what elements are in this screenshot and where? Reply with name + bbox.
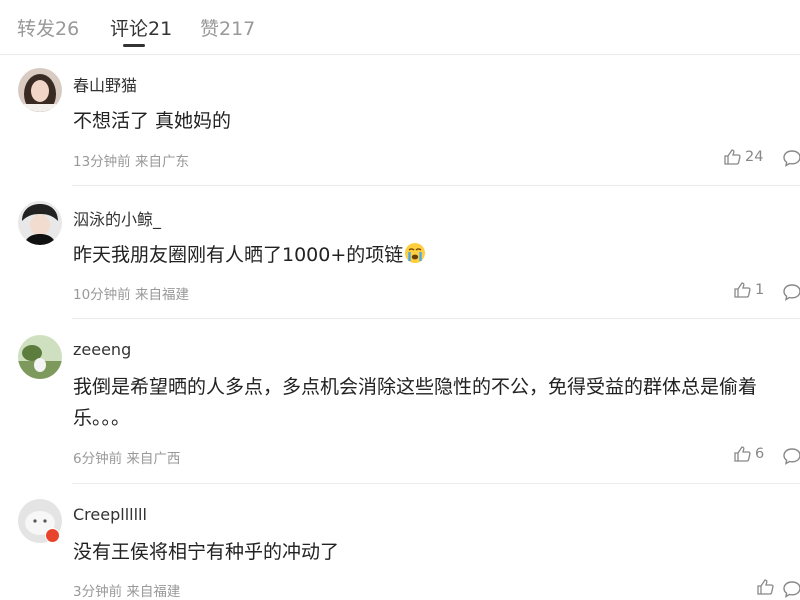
like-button[interactable]: 24	[724, 149, 763, 165]
comment-text: 我倒是希望晒的人多点，多点机会消除这些隐性的不公，免得受益的群体总是偷着乐。。。	[73, 376, 758, 429]
tab-reposts[interactable]: 转发26	[17, 14, 79, 41]
divider	[72, 185, 800, 186]
username[interactable]: Creepllllll	[73, 505, 147, 524]
comment-reply-icon[interactable]	[782, 149, 800, 167]
comment-text: 昨天我朋友圈刚有人晒了1000+的项链	[73, 240, 793, 271]
like-count: 6	[755, 446, 765, 462]
divider	[72, 318, 800, 319]
tab-likes[interactable]: 赞217	[200, 14, 255, 41]
comment-item: 春山野猫 不想活了 真她妈的 13分钟前 来自广东 24	[0, 55, 800, 186]
like-button[interactable]	[757, 579, 778, 595]
tab-comments[interactable]: 评论21	[110, 14, 172, 41]
crying-face-icon	[405, 243, 426, 263]
avatar[interactable]	[18, 68, 62, 112]
comment-reply-icon[interactable]	[782, 283, 800, 301]
comment-text-content: 昨天我朋友圈刚有人晒了1000+的项链	[73, 244, 404, 266]
avatar[interactable]	[18, 335, 62, 379]
avatar[interactable]	[18, 201, 62, 245]
comment-text: 没有王侯将相宁有种乎的冲动了	[73, 541, 340, 563]
like-count: 1	[755, 282, 765, 298]
like-button[interactable]: 1	[734, 282, 764, 298]
comment-item: Creepllllll 没有王侯将相宁有种乎的冲动了 3分钟前 来自福建	[0, 485, 800, 600]
comment-item: zeeeng 我倒是希望晒的人多点，多点机会消除这些隐性的不公，免得受益的群体总…	[0, 320, 800, 484]
active-tab-indicator	[123, 44, 145, 47]
comment-reply-icon[interactable]	[782, 447, 800, 465]
thumbs-up-icon	[757, 579, 774, 595]
comment-meta: 10分钟前 来自福建	[73, 287, 189, 303]
like-count: 24	[745, 149, 764, 165]
comment-meta: 13分钟前 来自广东	[73, 154, 189, 170]
thumbs-up-icon	[734, 446, 751, 462]
thumbs-up-icon	[724, 149, 741, 165]
comment-meta: 3分钟前 来自福建	[73, 584, 181, 600]
divider	[72, 483, 800, 484]
username[interactable]: 泅泳的小鲸_	[73, 206, 161, 230]
thumbs-up-icon	[734, 282, 751, 298]
comment-tabs: 转发26 评论21 赞217	[0, 0, 800, 55]
like-button[interactable]: 6	[734, 446, 764, 462]
comment-meta: 6分钟前 来自广西	[73, 451, 181, 467]
username[interactable]: zeeeng	[73, 340, 131, 359]
comment-text: 不想活了 真她妈的	[73, 110, 232, 132]
verified-badge-icon	[45, 528, 60, 543]
comment-reply-icon[interactable]	[782, 580, 800, 598]
username[interactable]: 春山野猫	[73, 72, 137, 96]
comment-item: 泅泳的小鲸_ 昨天我朋友圈刚有人晒了1000+的项链 10分钟前 来自福建 1	[0, 187, 800, 319]
